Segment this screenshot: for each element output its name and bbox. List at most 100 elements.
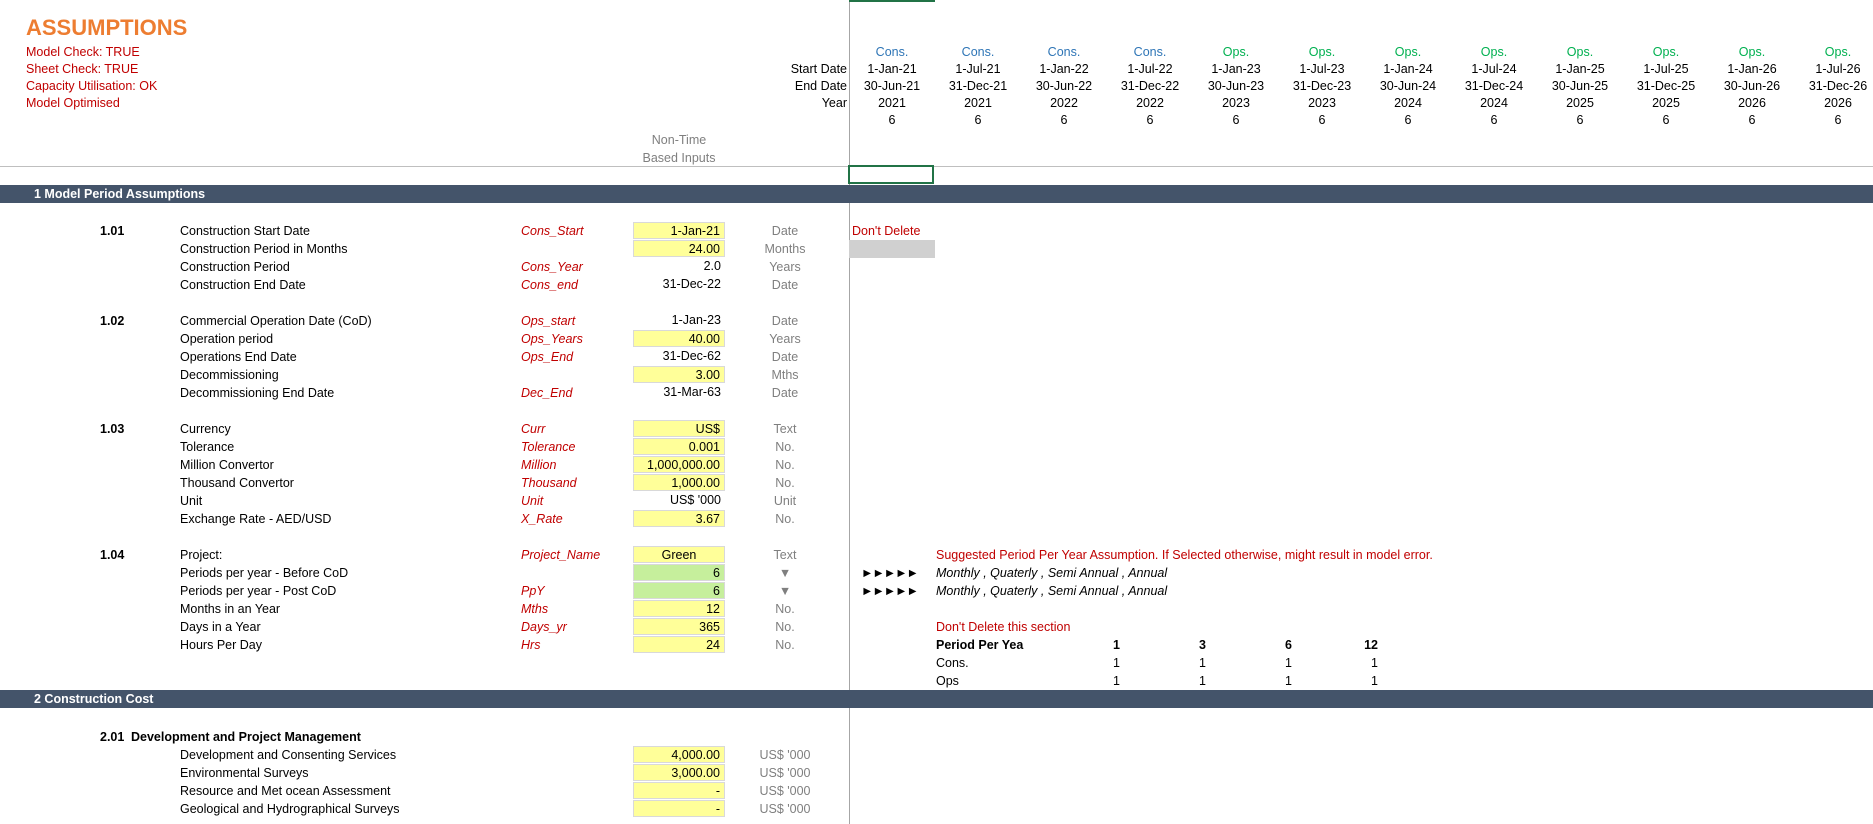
unit-label: US$ '000 <box>759 766 811 780</box>
days-input[interactable]: 365 <box>633 618 725 635</box>
timeline-phase: Cons. <box>1133 45 1167 59</box>
cons-start-input[interactable]: 1-Jan-21 <box>633 222 725 239</box>
thousand-input[interactable]: 1,000.00 <box>633 474 725 491</box>
dec-end-value: 31-Mar-63 <box>663 385 721 399</box>
timeline-start-date: 1-Jan-22 <box>1039 62 1089 76</box>
group-number: 1.02 <box>100 314 125 328</box>
months-input[interactable]: 12 <box>633 600 725 617</box>
row-label: Project: <box>180 548 223 562</box>
timeline-start-date: 1-Jul-25 <box>1643 62 1689 76</box>
timeline-year: 2022 <box>1136 96 1164 110</box>
timeline-end-date: 31-Dec-21 <box>948 79 1008 93</box>
env-surveys-input[interactable]: 3,000.00 <box>633 764 725 781</box>
ppy-cell: 1 <box>1199 674 1206 688</box>
timeline-start-date: 1-Jul-21 <box>955 62 1001 76</box>
row-label: Resource and Met ocean Assessment <box>180 784 391 798</box>
suggested-note: Suggested Period Per Year Assumption. If… <box>936 548 1433 562</box>
unit-label: Mths <box>771 368 799 382</box>
row-label: Periods per year - Before CoD <box>180 566 349 580</box>
timeline-phase: Ops. <box>1738 45 1766 59</box>
timeline-end-date: 30-Jun-21 <box>863 79 921 93</box>
unit-label: No. <box>775 440 795 454</box>
timeline-periods: 6 <box>1662 113 1670 127</box>
ppy-before-cod-select[interactable]: 6 <box>633 564 725 581</box>
row-label: Commercial Operation Date (CoD) <box>180 314 372 328</box>
ppy-post-cod-select[interactable]: 6 <box>633 582 725 599</box>
row-label: Exchange Rate - AED/USD <box>180 512 332 526</box>
geo-surveys-input[interactable]: - <box>633 800 725 817</box>
row-label: Decommissioning <box>180 368 279 382</box>
tolerance-input[interactable]: 0.001 <box>633 438 725 455</box>
unit-label: Unit <box>773 494 797 508</box>
start-date-label: Start Date <box>790 62 847 76</box>
row-label: Operations End Date <box>180 350 297 364</box>
timeline-phase: Ops. <box>1394 45 1422 59</box>
ops-years-input[interactable]: 40.00 <box>633 330 725 347</box>
end-date-label: End Date <box>794 79 847 93</box>
row-label: Periods per year - Post CoD <box>180 584 337 598</box>
dropdown-arrow-icon[interactable]: ▼ <box>745 582 825 600</box>
dev-consenting-input[interactable]: 4,000.00 <box>633 746 725 763</box>
timeline-year: 2021 <box>964 96 992 110</box>
timeline-year: 2025 <box>1566 96 1594 110</box>
timeline-end-date: 31-Dec-24 <box>1464 79 1524 93</box>
timeline-phase: Ops. <box>1566 45 1594 59</box>
row-label: Million Convertor <box>180 458 274 472</box>
selected-cell[interactable] <box>848 165 934 184</box>
arrows-icon: ►►►►► <box>861 566 919 580</box>
ppy-cell: 1 <box>1371 656 1378 670</box>
hours-input[interactable]: 24 <box>633 636 725 653</box>
timeline-periods: 6 <box>1404 113 1412 127</box>
million-input[interactable]: 1,000,000.00 <box>633 456 725 473</box>
dropdown-arrow-icon[interactable]: ▼ <box>745 564 825 582</box>
timeline-year: 2023 <box>1308 96 1336 110</box>
sheet-check-status: Sheet Check: TRUE <box>26 62 139 76</box>
row-label: Construction Period <box>180 260 290 274</box>
unit-label: No. <box>775 512 795 526</box>
timeline-phase: Cons. <box>1047 45 1081 59</box>
timeline-periods: 6 <box>1146 113 1154 127</box>
timeline-phase: Ops. <box>1222 45 1250 59</box>
optimised-status: Model Optimised <box>26 96 120 110</box>
timeline-periods: 6 <box>1576 113 1584 127</box>
timeline-start-date: 1-Jan-23 <box>1211 62 1261 76</box>
ppy-header: 12 <box>1364 638 1378 652</box>
timeline-year: 2023 <box>1222 96 1250 110</box>
timeline-periods: 6 <box>1318 113 1326 127</box>
range-name: Unit <box>521 494 544 508</box>
cons-months-input[interactable]: 24.00 <box>633 240 725 257</box>
decommissioning-input[interactable]: 3.00 <box>633 366 725 383</box>
project-name-input[interactable]: Green Hydrogen <box>633 546 725 578</box>
dont-delete-note: Don't Delete <box>852 224 921 238</box>
currency-input[interactable]: US$ <box>633 420 725 437</box>
row-label: Construction End Date <box>180 278 306 292</box>
range-name: Ops_Years <box>521 332 583 346</box>
resource-assessment-input[interactable]: - <box>633 782 725 799</box>
ppy-cell: 1 <box>1199 656 1206 670</box>
ppy-table-label: Period Per Yea <box>936 638 1024 652</box>
timeline-year: 2026 <box>1824 96 1852 110</box>
timeline-start-date: 1-Jan-25 <box>1555 62 1605 76</box>
timeline-end-date: 30-Jun-26 <box>1723 79 1781 93</box>
ppy-cell: 1 <box>1285 674 1292 688</box>
timeline-phase: Cons. <box>875 45 909 59</box>
unit-label: US$ '000 <box>759 748 811 762</box>
timeline-end-date: 30-Jun-25 <box>1551 79 1609 93</box>
row-label: Months in an Year <box>180 602 281 616</box>
timeline-periods: 6 <box>1490 113 1498 127</box>
based-inputs-label: Based Inputs <box>642 151 716 165</box>
unit-label: Text <box>773 548 797 562</box>
row-label: Decommissioning End Date <box>180 386 335 400</box>
range-name: Cons_end <box>521 278 578 292</box>
timeline-year: 2024 <box>1394 96 1422 110</box>
ppy-cell: 1 <box>1113 656 1120 670</box>
group-number: 1.03 <box>100 422 125 436</box>
ppy-ops-label: Ops <box>936 674 959 688</box>
exchange-rate-input[interactable]: 3.67 <box>633 510 725 527</box>
range-name: Project_Name <box>521 548 601 562</box>
timeline-phase: Ops. <box>1480 45 1508 59</box>
timeline-end-date: 30-Jun-23 <box>1207 79 1265 93</box>
timeline-periods: 6 <box>888 113 896 127</box>
row-label: Environmental Surveys <box>180 766 309 780</box>
model-check-status: Model Check: TRUE <box>26 45 140 59</box>
